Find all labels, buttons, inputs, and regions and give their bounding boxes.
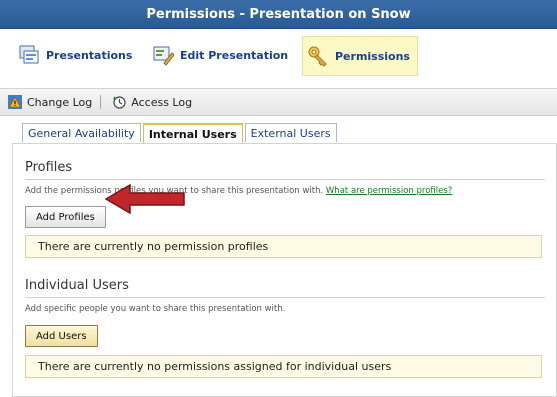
nav-edit-presentation[interactable]: Edit Presentation — [148, 36, 288, 74]
nav-edit-presentation-label: Edit Presentation — [180, 48, 289, 62]
permission-profiles-help-link[interactable]: What are permission profiles? — [326, 186, 452, 196]
nav-presentations-label: Presentations — [46, 48, 133, 62]
warning-icon — [8, 95, 22, 109]
callout-arrow-icon — [104, 184, 185, 214]
individual-users-heading: Individual Users — [25, 278, 129, 293]
add-users-button[interactable]: Add Users — [25, 325, 98, 347]
change-log-button[interactable]: Change Log — [0, 95, 97, 109]
access-log-label: Access Log — [131, 95, 193, 109]
add-profiles-button[interactable]: Add Profiles — [25, 206, 106, 228]
access-log-button[interactable]: Access Log — [104, 95, 197, 109]
individual-users-empty-notice: There are currently no permissions assig… — [25, 355, 542, 378]
top-nav: Presentations Edit Presentation Permissi… — [0, 29, 557, 84]
profiles-heading: Profiles — [25, 160, 73, 175]
presentations-icon — [18, 44, 40, 66]
profiles-divider — [25, 179, 545, 180]
individual-users-divider — [25, 297, 545, 298]
profiles-description: Add the permissions profiles you want to… — [25, 186, 452, 196]
profiles-empty-notice: There are currently no permission profil… — [25, 235, 542, 258]
nav-permissions-label: Permissions — [335, 49, 410, 63]
internal-users-panel: Profiles Add the permissions profiles yo… — [12, 143, 557, 397]
history-clock-icon — [112, 95, 126, 109]
toolbar-divider — [100, 95, 102, 109]
edit-presentation-icon — [152, 44, 175, 66]
tab-internal-users[interactable]: Internal Users — [142, 123, 243, 143]
toolbar: Change Log Access Log — [0, 88, 557, 116]
change-log-label: Change Log — [27, 95, 93, 109]
permissions-icon — [307, 45, 329, 67]
tab-general-availability[interactable]: General Availability — [22, 123, 141, 142]
permission-tabs: General Availability Internal Users Exte… — [22, 123, 339, 143]
tab-external-users[interactable]: External Users — [244, 123, 337, 142]
nav-presentations[interactable]: Presentations — [14, 36, 132, 74]
individual-users-description: Add specific people you want to share th… — [25, 304, 286, 314]
window-title: Permissions - Presentation on Snow — [0, 0, 557, 29]
nav-permissions[interactable]: Permissions — [302, 36, 418, 76]
